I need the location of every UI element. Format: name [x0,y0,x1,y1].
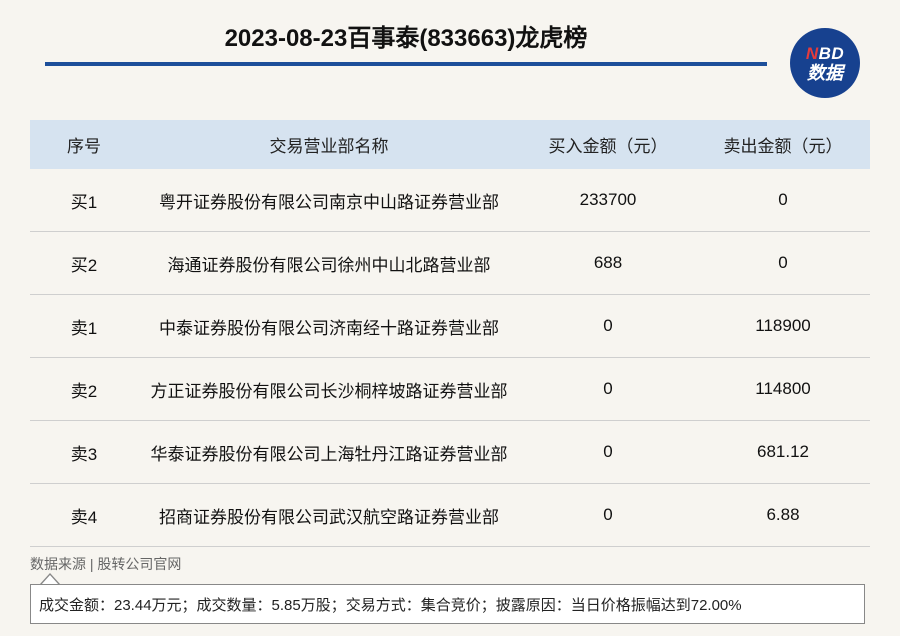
dragon-tiger-table: 序号 交易营业部名称 买入金额（元） 卖出金额（元） 买1 粤开证券股份有限公司… [30,120,870,547]
row-branch-name: 粤开证券股份有限公司南京中山路证券营业部 [138,169,520,232]
row-buy-amount: 233700 [520,169,696,232]
table-row: 卖1 中泰证券股份有限公司济南经十路证券营业部 0 118900 [30,294,870,358]
row-branch-name: 方正证券股份有限公司长沙桐梓坡路证券营业部 [138,357,520,421]
row-branch-name: 华泰证券股份有限公司上海牡丹江路证券营业部 [138,420,520,484]
column-header-branch-name: 交易营业部名称 [138,120,520,169]
nbd-data-logo: NBD 数据 [790,28,860,98]
row-seq: 卖4 [30,483,138,547]
row-buy-amount: 0 [520,294,696,358]
row-sell-amount: 0 [696,169,870,232]
row-branch-name: 中泰证券股份有限公司济南经十路证券营业部 [138,294,520,358]
row-buy-amount: 0 [520,357,696,421]
column-header-sell-amount: 卖出金额（元） [696,120,870,169]
row-buy-amount: 688 [520,231,696,295]
table-row: 卖3 华泰证券股份有限公司上海牡丹江路证券营业部 0 681.12 [30,420,870,484]
row-seq: 卖1 [30,294,138,358]
table-row: 卖2 方正证券股份有限公司长沙桐梓坡路证券营业部 0 114800 [30,357,870,421]
row-buy-amount: 0 [520,420,696,484]
row-seq: 买1 [30,169,138,232]
row-sell-amount: 6.88 [696,483,870,547]
row-sell-amount: 114800 [696,357,870,421]
row-buy-amount: 0 [520,483,696,547]
row-branch-name: 海通证券股份有限公司徐州中山北路营业部 [138,231,520,295]
row-seq: 卖2 [30,357,138,421]
title-underline [45,62,767,66]
row-sell-amount: 0 [696,231,870,295]
column-header-buy-amount: 买入金额（元） [520,120,696,169]
data-source-label: 数据来源 | 股转公司官网 [30,556,182,572]
table-row: 买1 粤开证券股份有限公司南京中山路证券营业部 233700 0 [30,169,870,232]
row-sell-amount: 118900 [696,294,870,358]
table-header-row: 序号 交易营业部名称 买入金额（元） 卖出金额（元） [30,120,870,169]
row-seq: 买2 [30,231,138,295]
trade-summary-note: 成交金额：23.44万元；成交数量：5.85万股；交易方式：集合竞价；披露原因：… [30,584,865,624]
column-header-seq: 序号 [30,120,138,169]
row-seq: 卖3 [30,420,138,484]
logo-text-top: NBD [805,43,845,63]
page-title: 2023-08-23百事泰(833663)龙虎榜 [224,25,588,52]
table-row: 卖4 招商证券股份有限公司武汉航空路证券营业部 0 6.88 [30,483,870,547]
row-branch-name: 招商证券股份有限公司武汉航空路证券营业部 [138,483,520,547]
row-sell-amount: 681.12 [696,420,870,484]
table-row: 买2 海通证券股份有限公司徐州中山北路营业部 688 0 [30,231,870,295]
logo-text-bottom: 数据 [807,62,843,83]
